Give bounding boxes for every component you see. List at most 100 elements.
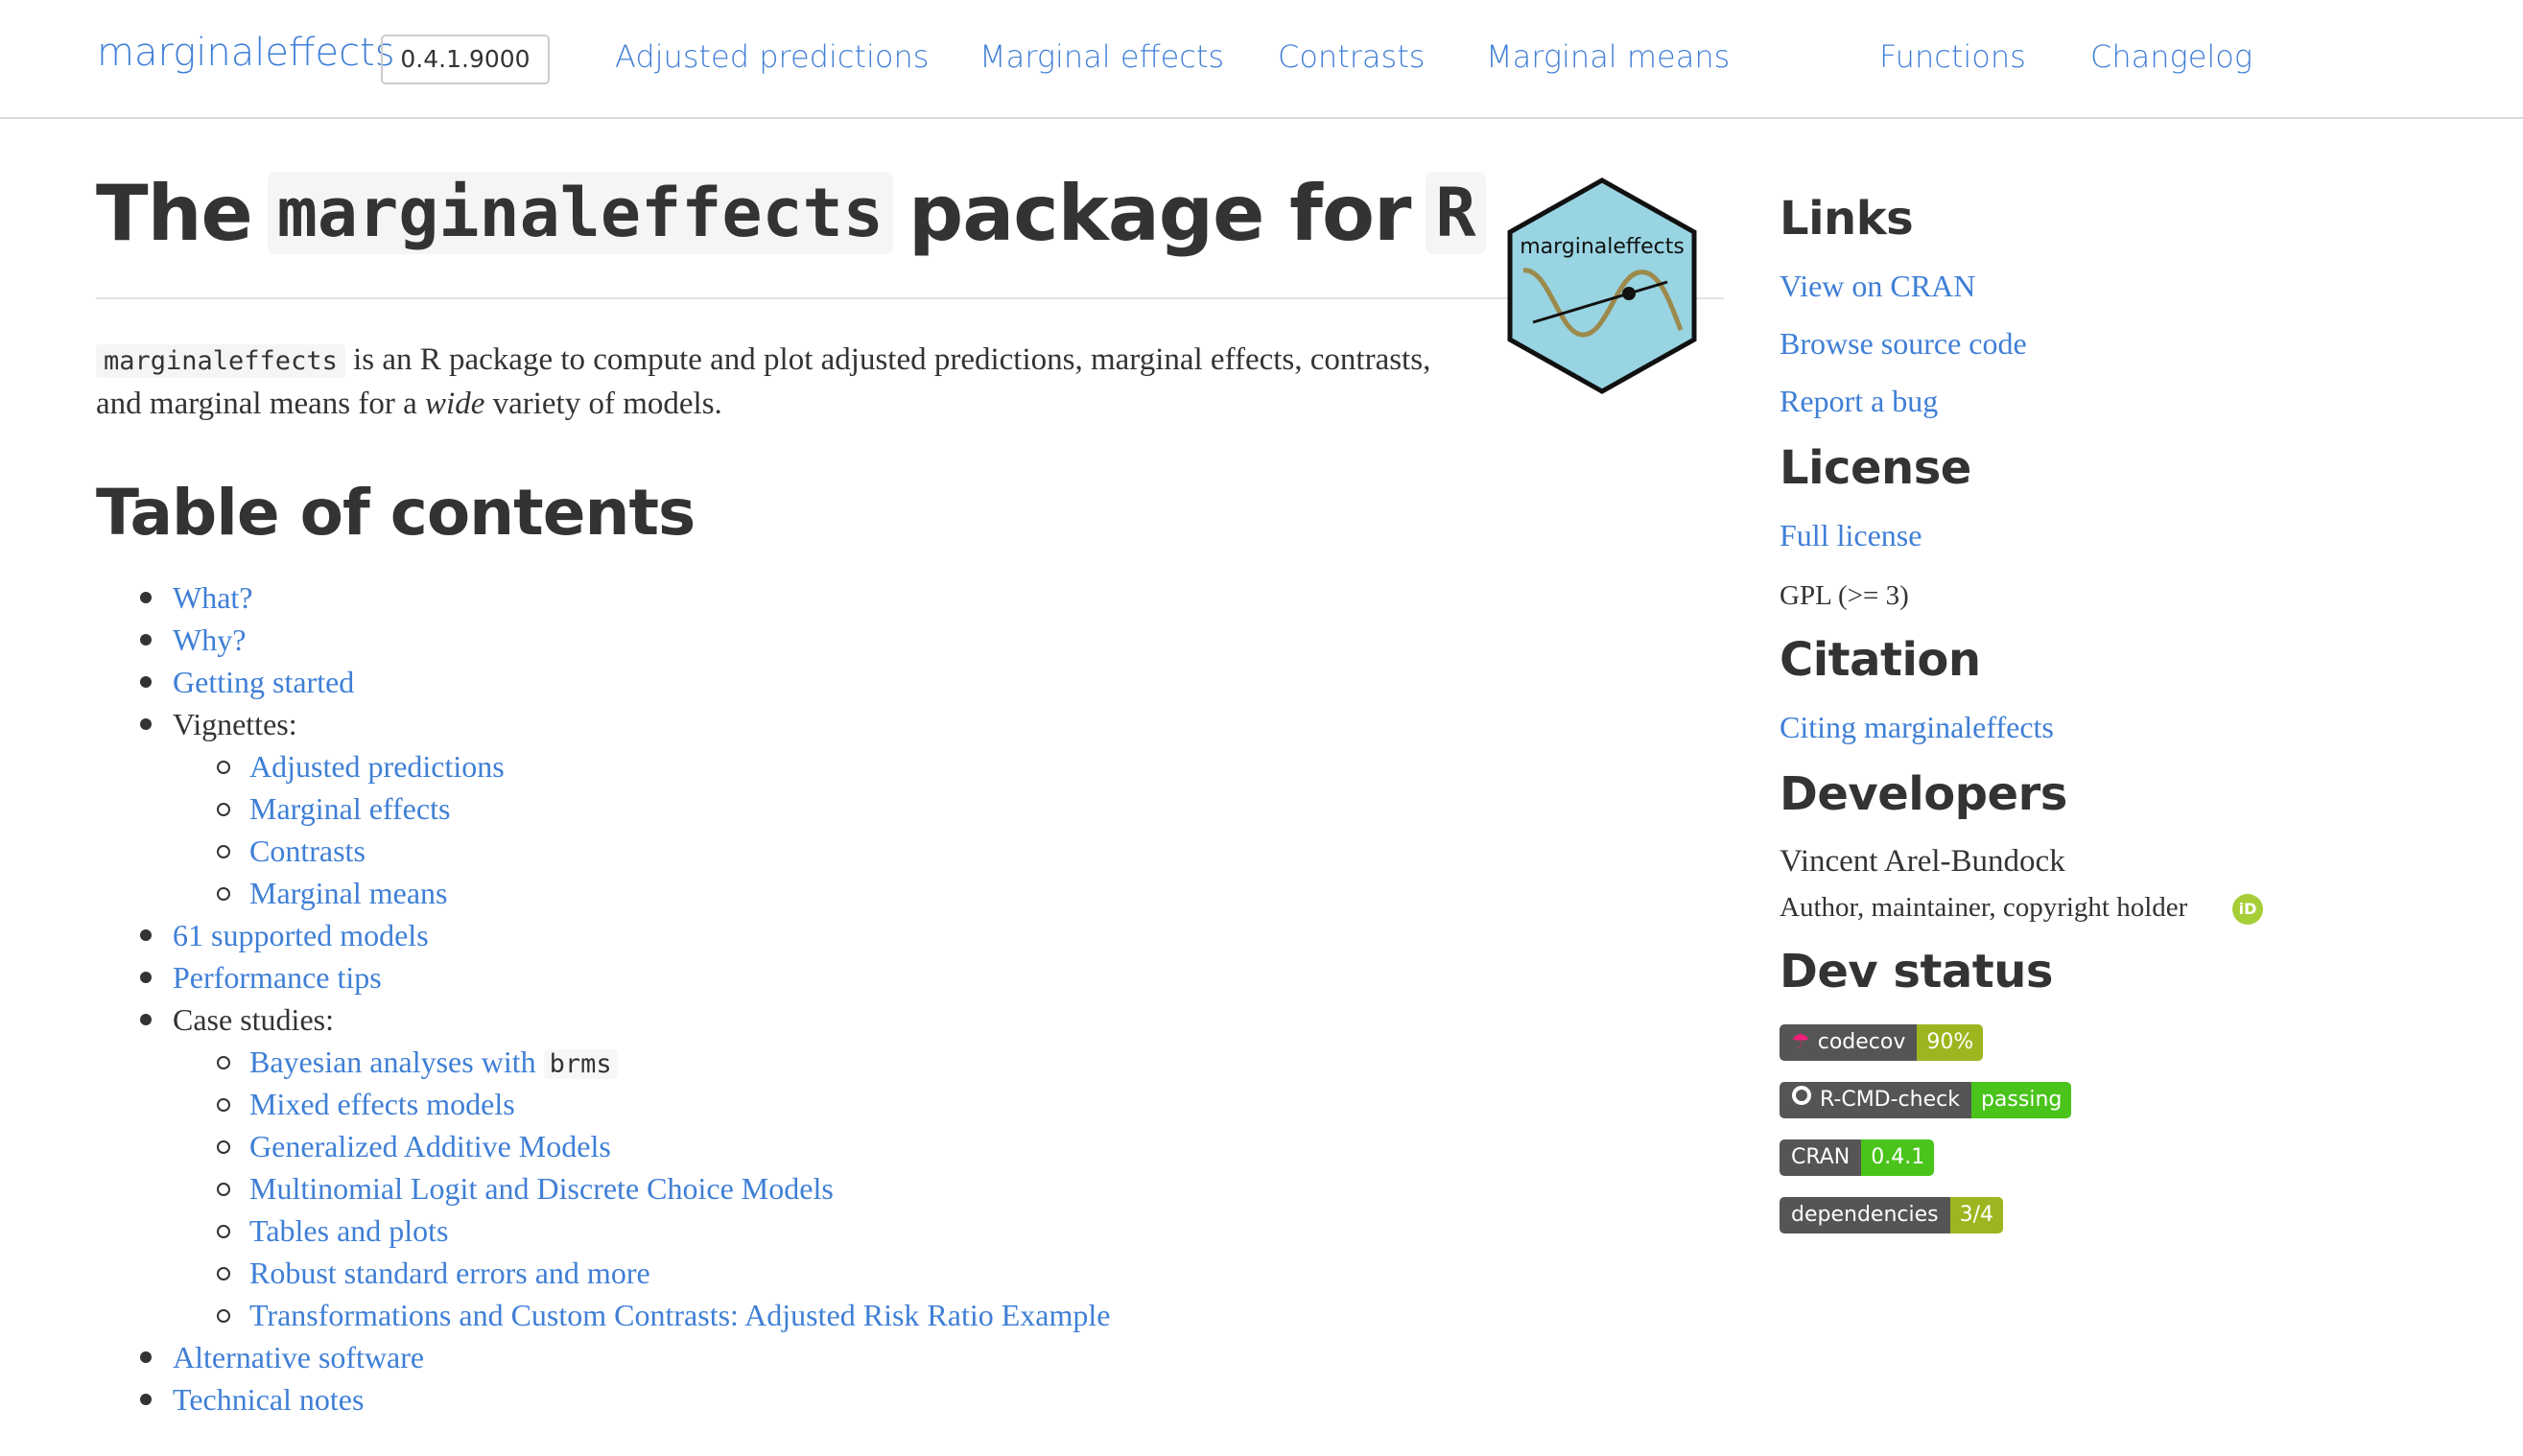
circle-bullet-icon <box>217 1098 230 1112</box>
bullet-icon <box>140 634 152 646</box>
toc-item-case-studies: Case studies: <box>140 998 334 1041</box>
toc-link-tables-plots[interactable]: Tables and plots <box>249 1213 449 1248</box>
circle-bullet-icon <box>217 1183 230 1196</box>
toc-link-why[interactable]: Why? <box>173 622 246 657</box>
bullet-icon <box>140 676 152 688</box>
toc-link-marginal-means[interactable]: Marginal means <box>249 876 447 910</box>
developer-role: Author, maintainer, copyright holder <box>1780 892 2188 923</box>
toc-link-what[interactable]: What? <box>173 580 253 615</box>
umbrella-icon: ☂ <box>1791 1030 1810 1054</box>
report-bug-link[interactable]: Report a bug <box>1780 384 1938 419</box>
rcmdcheck-badge-value: passing <box>1970 1082 2072 1118</box>
rcmdcheck-badge-label: R-CMD-check <box>1780 1082 1971 1118</box>
toc-item-why: Why? <box>140 619 246 661</box>
links-heading: Links <box>1780 192 1914 246</box>
cran-badge[interactable]: CRAN 0.4.1 <box>1780 1139 1935 1176</box>
toc-brms-code: brms <box>543 1049 618 1079</box>
title-package-code: marginaleffects <box>267 172 893 254</box>
citing-link[interactable]: Citing marginaleffects <box>1780 710 2054 745</box>
toc-heading: Table of contents <box>96 476 696 550</box>
toc-item-what: What? <box>140 576 253 619</box>
circle-bullet-icon <box>217 1056 230 1069</box>
codecov-badge[interactable]: ☂ codecov 90% <box>1780 1024 1984 1061</box>
cran-badge-value: 0.4.1 <box>1861 1139 1935 1176</box>
intro-emphasis: wide <box>425 387 485 421</box>
toc-link-contrasts[interactable]: Contrasts <box>249 834 365 868</box>
dependencies-badge-label: dependencies <box>1780 1197 1950 1233</box>
toc-item-marginal-means: Marginal means <box>217 872 447 914</box>
codecov-label-text: codecov <box>1817 1030 1906 1054</box>
bullet-icon <box>140 718 152 730</box>
toc-item-tables-plots: Tables and plots <box>217 1209 449 1252</box>
view-on-cran-link[interactable]: View on CRAN <box>1780 269 1975 304</box>
toc-item-bayesian: Bayesian analyses with brms <box>217 1041 618 1083</box>
toc-link-mixed-effects[interactable]: Mixed effects models <box>249 1087 515 1121</box>
toc-item-contrasts: Contrasts <box>217 830 365 872</box>
toc-link-technical-notes[interactable]: Technical notes <box>173 1382 364 1417</box>
toc-link-performance-tips[interactable]: Performance tips <box>173 960 382 995</box>
nav-contrasts[interactable]: Contrasts <box>1278 38 1425 75</box>
circle-bullet-icon <box>217 1309 230 1323</box>
toc-link-gam[interactable]: Generalized Additive Models <box>249 1129 611 1163</box>
github-icon <box>1791 1082 1812 1118</box>
toc-item-vignettes: Vignettes: <box>140 703 297 745</box>
toc-link-getting-started[interactable]: Getting started <box>173 665 354 699</box>
hex-logo: marginaleffects <box>1507 177 1697 394</box>
toc-link-bayesian-text: Bayesian analyses with <box>249 1045 536 1079</box>
circle-bullet-icon <box>217 1225 230 1238</box>
bullet-icon <box>140 929 152 941</box>
toc-link-adjusted-predictions[interactable]: Adjusted predictions <box>249 749 505 784</box>
orcid-icon[interactable]: iD <box>2232 894 2263 925</box>
toc-link-transformations[interactable]: Transformations and Custom Contrasts: Ad… <box>249 1298 1110 1332</box>
codecov-badge-label: ☂ codecov <box>1780 1024 1918 1061</box>
toc-item-getting-started: Getting started <box>140 661 354 703</box>
toc-link-multinomial[interactable]: Multinomial Logit and Discrete Choice Mo… <box>249 1171 834 1206</box>
intro-text-b: variety of models. <box>492 387 722 421</box>
circle-bullet-icon <box>217 887 230 901</box>
intro-paragraph: marginaleffects is an R package to compu… <box>96 339 1458 425</box>
nav-functions[interactable]: Functions <box>1879 38 2026 75</box>
citation-heading: Citation <box>1780 633 1981 687</box>
intro-package-code: marginaleffects <box>96 344 345 378</box>
hex-shape <box>1507 177 1697 394</box>
brand-link[interactable]: marginaleffects <box>97 31 395 75</box>
toc-item-adjusted-predictions: Adjusted predictions <box>217 745 505 787</box>
page-title: The marginaleffects package for R <box>96 165 1501 261</box>
toc-label-case-studies: Case studies: <box>173 1002 334 1037</box>
logo-point <box>1622 287 1636 300</box>
toc-item-robust-se: Robust standard errors and more <box>217 1252 650 1294</box>
toc-item-transformations: Transformations and Custom Contrasts: Ad… <box>217 1294 1110 1336</box>
toc-item-marginal-effects: Marginal effects <box>217 787 450 830</box>
nav-adjusted-predictions[interactable]: Adjusted predictions <box>615 38 929 75</box>
circle-bullet-icon <box>217 845 230 858</box>
toc-link-marginal-effects[interactable]: Marginal effects <box>249 791 450 826</box>
toc-link-supported-models[interactable]: 61 supported models <box>173 918 429 952</box>
license-text: GPL (>= 3) <box>1780 580 1909 611</box>
toc-label-vignettes: Vignettes: <box>173 707 297 741</box>
title-r-code: R <box>1426 172 1486 254</box>
toc-link-alternative-software[interactable]: Alternative software <box>173 1340 424 1374</box>
logo-text: marginaleffects <box>1520 235 1685 259</box>
github-mark <box>1792 1086 1811 1105</box>
dependencies-badge[interactable]: dependencies 3/4 <box>1780 1197 2003 1233</box>
toc-item-gam: Generalized Additive Models <box>217 1125 611 1167</box>
full-license-link[interactable]: Full license <box>1780 518 1922 553</box>
toc-link-robust-se[interactable]: Robust standard errors and more <box>249 1256 650 1290</box>
toc-item-multinomial: Multinomial Logit and Discrete Choice Mo… <box>217 1167 834 1209</box>
browse-source-link[interactable]: Browse source code <box>1780 326 2027 362</box>
developer-name: Vincent Arel-Bundock <box>1780 844 2065 879</box>
bullet-icon <box>140 1394 152 1405</box>
cran-badge-label: CRAN <box>1780 1139 1862 1176</box>
codecov-badge-value: 90% <box>1917 1024 1984 1061</box>
nav-marginal-means[interactable]: Marginal means <box>1486 38 1730 75</box>
bullet-icon <box>140 1014 152 1025</box>
title-word-package-for: package for <box>908 168 1411 258</box>
nav-changelog[interactable]: Changelog <box>2090 38 2252 75</box>
rcmdcheck-badge[interactable]: R-CMD-check passing <box>1780 1082 2072 1118</box>
nav-marginal-effects[interactable]: Marginal effects <box>979 38 1224 75</box>
toc-link-bayesian[interactable]: Bayesian analyses with brms <box>249 1045 618 1079</box>
developers-heading: Developers <box>1780 767 2067 821</box>
toc-item-alternative-software: Alternative software <box>140 1336 424 1378</box>
navbar: marginaleffects 0.4.1.9000 Adjusted pred… <box>0 0 2523 119</box>
dependencies-badge-value: 3/4 <box>1949 1197 2003 1233</box>
